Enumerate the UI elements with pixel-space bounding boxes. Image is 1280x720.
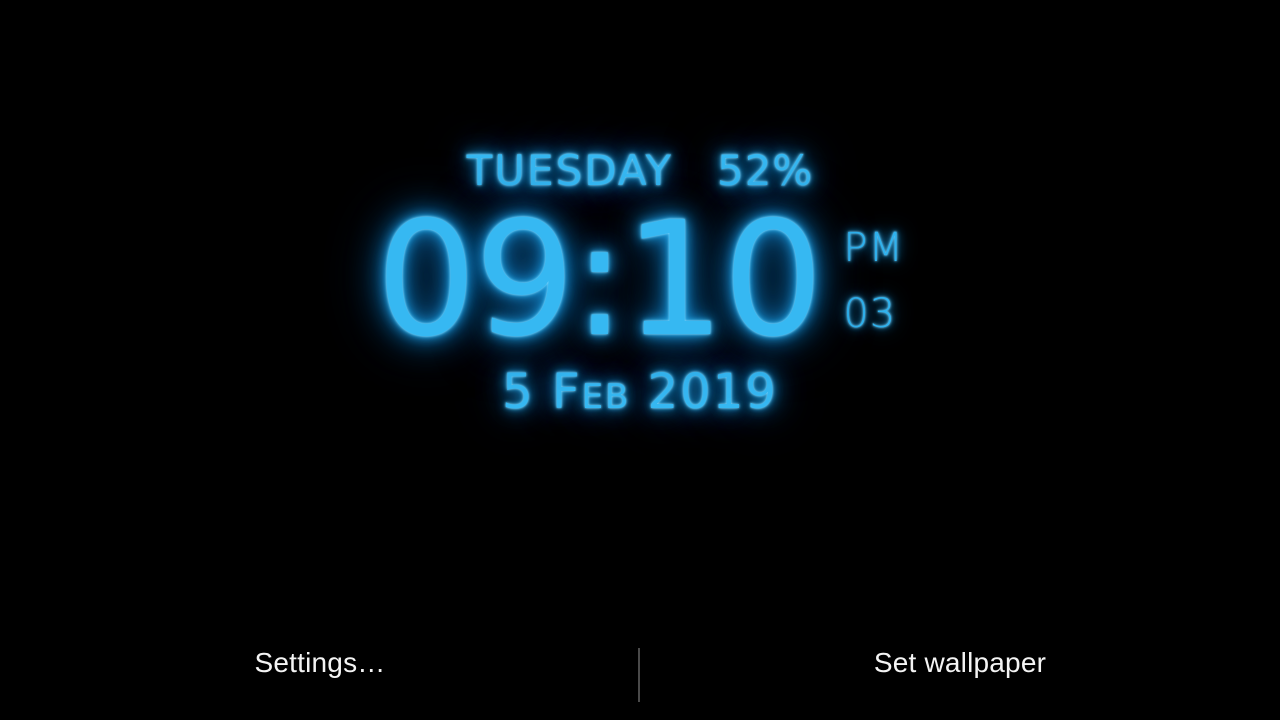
set-wallpaper-button[interactable]: Set wallpaper — [640, 648, 1280, 697]
clock-main-row: 09:10 PM 03 — [0, 201, 1280, 358]
battery-percent-label: 52% — [716, 146, 814, 195]
date-row: 5 Feb 2019 — [0, 368, 1280, 422]
seconds-label: 03 — [843, 291, 897, 337]
wallpaper-action-bar: Settings… Set wallpaper — [0, 625, 1280, 720]
neon-clock-widget: TUESDAY 52% 09:10 PM 03 5 Feb 2019 — [0, 150, 1280, 422]
settings-button[interactable]: Settings… — [0, 648, 640, 697]
date-label: 5 Feb 2019 — [502, 364, 778, 420]
time-display: 09:10 — [376, 188, 823, 372]
meridiem-label: PM — [843, 225, 904, 271]
time-side-stack: PM 03 — [843, 214, 904, 334]
day-of-week-label: TUESDAY — [466, 146, 673, 195]
live-wallpaper-preview[interactable]: TUESDAY 52% 09:10 PM 03 5 Feb 2019 — [0, 0, 1280, 720]
action-bar-divider — [638, 648, 640, 702]
